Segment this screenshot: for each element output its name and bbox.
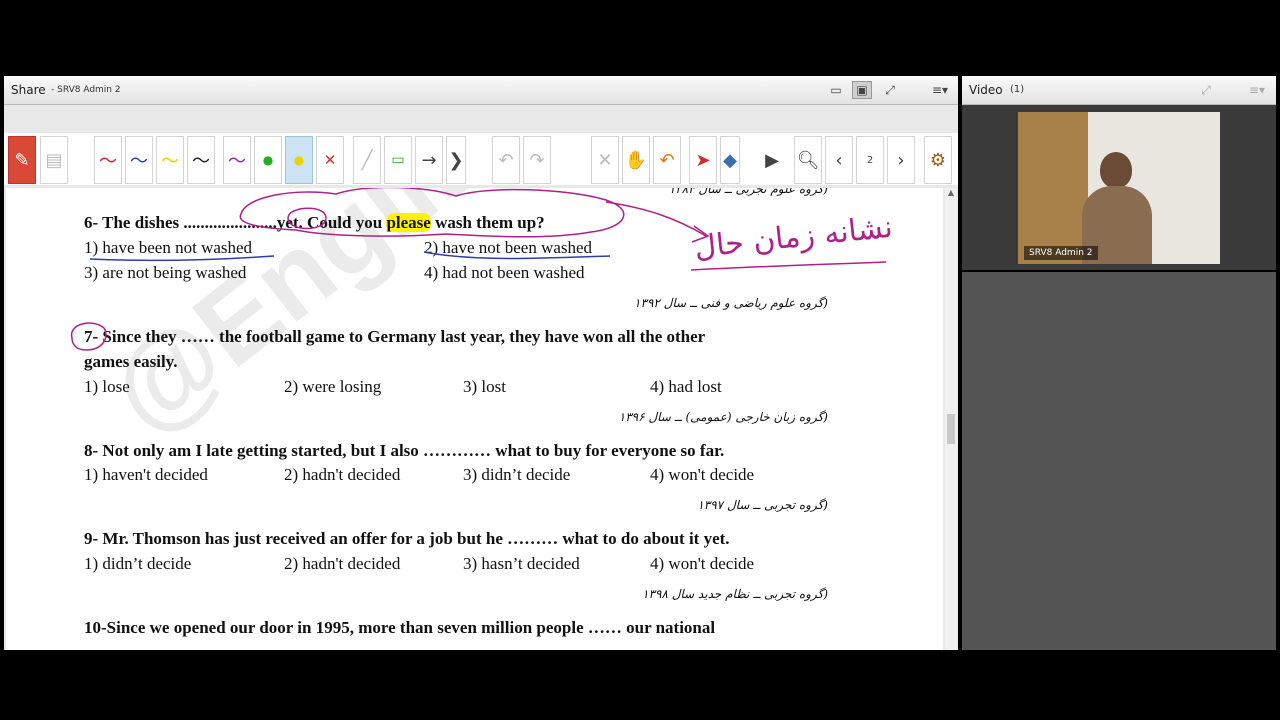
prev-page-icon[interactable]: ‹ <box>825 136 853 184</box>
question-6-highlight: please <box>386 213 431 232</box>
q9-option-4: 4) won't decide <box>650 554 755 573</box>
question-7: 7- Since they …… the football game to Ge… <box>84 327 706 346</box>
stairs-background <box>1018 112 1088 264</box>
next-page-icon[interactable]: › <box>887 136 915 184</box>
eraser-icon[interactable]: ◆ <box>720 136 740 184</box>
save-icon[interactable]: ▤ <box>40 136 68 184</box>
menu-icon[interactable]: ≡▾ <box>926 81 954 99</box>
pen-yellow-icon[interactable]: ～ <box>156 136 184 184</box>
question-6-end: wash them up? <box>430 213 545 232</box>
pen-red-icon[interactable]: ～ <box>94 136 122 184</box>
pointer-icon[interactable]: ➤ <box>689 136 717 184</box>
empty-pod <box>962 272 1276 650</box>
question-10: 10-Since we opened our door in 1995, mor… <box>84 618 716 637</box>
underline-handwriting <box>690 261 887 271</box>
participant-name: SRV8 Admin 2 <box>1024 246 1098 260</box>
q9-option-2: 2) hadn't decided <box>284 554 401 573</box>
q8-option-1: 1) haven't decided <box>84 465 208 484</box>
line-icon[interactable]: ╱ <box>353 136 381 184</box>
close-x-icon[interactable]: ✕ <box>316 136 344 184</box>
q8-option-3: 3) didn’t decide <box>463 465 571 484</box>
share-pod-subtitle: - SRV8 Admin 2 <box>51 85 121 95</box>
q9-option-3: 3) hasn’t decided <box>463 554 580 573</box>
document-page: @English_Miladcomo (گروه علوم تجربی ــ س… <box>6 188 943 650</box>
q7-option-4: 4) had lost <box>650 377 722 396</box>
pen-blue-icon[interactable]: ～ <box>125 136 153 184</box>
zoom-icon[interactable]: 🔍︎ <box>794 136 822 184</box>
person-head <box>1100 152 1132 188</box>
vertical-scrollbar[interactable]: ▲ <box>945 188 957 650</box>
question-9: 9- Mr. Thomson has just received an offe… <box>84 529 730 548</box>
video-pod-header: Video (1) ⤢ ≡▾ <box>962 76 1276 105</box>
fa-source-q7: (گروه علوم ریاضی و فنی ــ سال ۱۳۹۲ <box>634 296 828 310</box>
q8-option-4: 4) won't decide <box>650 465 755 484</box>
fa-source-q8: (گروه زبان خارجی (عمومی) ــ سال ۱۳۹۶ <box>618 410 828 424</box>
share-pod-header: Share - SRV8 Admin 2 ▭ ▣ ⤢ ≡▾ <box>4 76 958 105</box>
fa-source-top: (گروه علوم تجربی ــ سال ۱۳۸۴ <box>668 188 828 196</box>
q8-option-2: 2) hadn't decided <box>284 465 401 484</box>
curve-arrow-icon[interactable]: ↶ <box>653 136 681 184</box>
arrow-icon[interactable]: → <box>415 136 443 184</box>
annotation-toolbar: ✎ ▤ ～ ～ ～ ～ ～ ● ● ✕ ╱ ▭ → ❯ ↶ ↷ ✕ ✋ ↶ ➤ … <box>4 133 958 185</box>
question-8: 8- Not only am I late getting started, b… <box>84 441 725 460</box>
share-pod: Share - SRV8 Admin 2 ▭ ▣ ⤢ ≡▾ ✎ ▤ ～ ～ ～ … <box>4 76 958 650</box>
webcam-feed: SRV8 Admin 2 <box>1018 112 1220 264</box>
arrow-annotation <box>605 201 707 237</box>
pencil-red-icon[interactable]: ✎ <box>8 136 36 184</box>
rectangle-icon[interactable]: ▭ <box>384 136 412 184</box>
share-pod-title: Share <box>11 83 46 97</box>
highlight-icon[interactable]: ● <box>285 136 313 184</box>
video-count: (1) <box>1010 84 1025 95</box>
more-icon[interactable]: ❯ <box>446 136 466 184</box>
video-area: SRV8 Admin 2 <box>962 105 1276 270</box>
question-6-text: 6- The dishes ......................yet.… <box>84 213 387 232</box>
q7-option-3: 3) lost <box>463 377 506 396</box>
q6-option-1: 1) have been not washed <box>84 238 253 257</box>
pen-purple-icon[interactable]: ～ <box>223 136 251 184</box>
fullscreen-icon[interactable]: ⤢ <box>1196 81 1216 99</box>
question-6: 6- The dishes ......................yet.… <box>84 213 545 233</box>
video-pod: Video (1) ⤢ ≡▾ SRV8 Admin 2 <box>962 76 1276 270</box>
handwritten-note: نشانه زمان حال <box>692 209 895 266</box>
stamp-icon[interactable]: ✋ <box>622 136 650 184</box>
q6-option-4: 4) had not been washed <box>424 263 585 282</box>
layout-icon[interactable]: ▭ <box>826 81 846 99</box>
scroll-thumb[interactable] <box>947 414 955 444</box>
fa-source-q9: (گروه تجربی ــ سال ۱۳۹۷ <box>697 498 828 512</box>
q7-option-2: 2) were losing <box>284 377 382 396</box>
menu-icon[interactable]: ≡▾ <box>1244 81 1270 99</box>
q6-option-2: 2) have not been washed <box>424 238 593 257</box>
clear-icon[interactable]: ✕ <box>591 136 619 184</box>
q6-option-3: 3) are not being washed <box>84 263 247 282</box>
q9-option-1: 1) didn’t decide <box>84 554 192 573</box>
play-icon[interactable]: ▶ <box>758 136 786 184</box>
fullscreen-icon[interactable]: ⤢ <box>880 81 900 99</box>
dot-green-icon[interactable]: ● <box>254 136 282 184</box>
question-7-cont: games easily. <box>84 352 178 371</box>
scroll-up-icon[interactable]: ▲ <box>945 188 957 200</box>
fa-source-q10: (گروه تجربی ــ نظام جدید سال ۱۳۹۸ <box>642 587 828 601</box>
layout-selected-icon[interactable]: ▣ <box>852 81 872 99</box>
redo-icon[interactable]: ↷ <box>523 136 551 184</box>
page-number[interactable]: 2 <box>856 136 884 184</box>
undo-icon[interactable]: ↶ <box>492 136 520 184</box>
video-pod-title: Video <box>969 83 1003 97</box>
pen-black-icon[interactable]: ～ <box>187 136 215 184</box>
q7-option-1: 1) lose <box>84 377 130 396</box>
settings-icon[interactable]: ⚙ <box>924 136 952 184</box>
